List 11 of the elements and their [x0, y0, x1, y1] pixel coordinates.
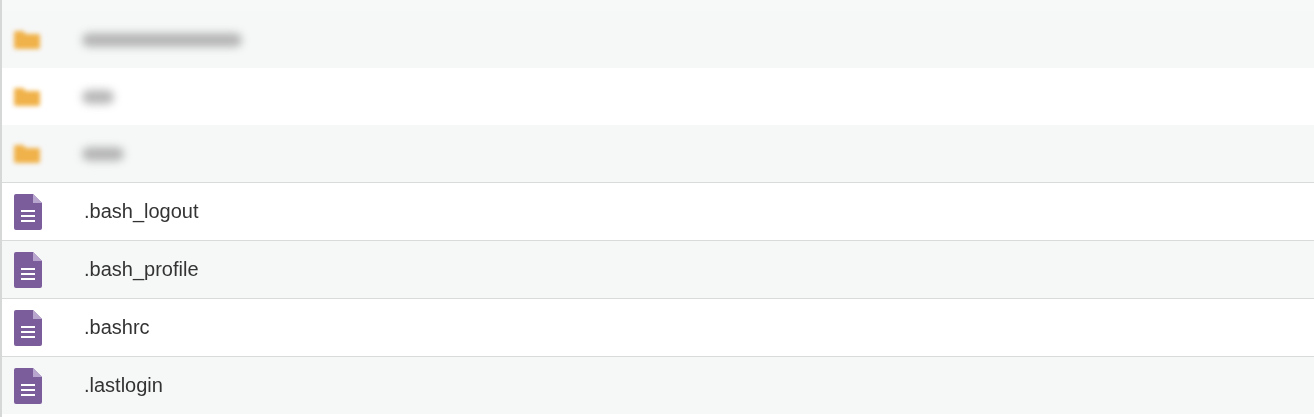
file-name[interactable]: .bash_profile	[84, 258, 199, 281]
document-icon	[14, 193, 42, 230]
folder-icon	[12, 28, 42, 51]
folder-icon	[12, 85, 42, 108]
file-name[interactable]: .bash_logout	[84, 200, 199, 223]
file-name[interactable]: .bashrc	[84, 316, 150, 339]
folder-icon	[12, 142, 42, 165]
file-name[interactable]: .lastlogin	[84, 374, 163, 397]
document-icon	[14, 367, 42, 404]
document-icon	[14, 309, 42, 346]
document-icon	[14, 251, 42, 288]
